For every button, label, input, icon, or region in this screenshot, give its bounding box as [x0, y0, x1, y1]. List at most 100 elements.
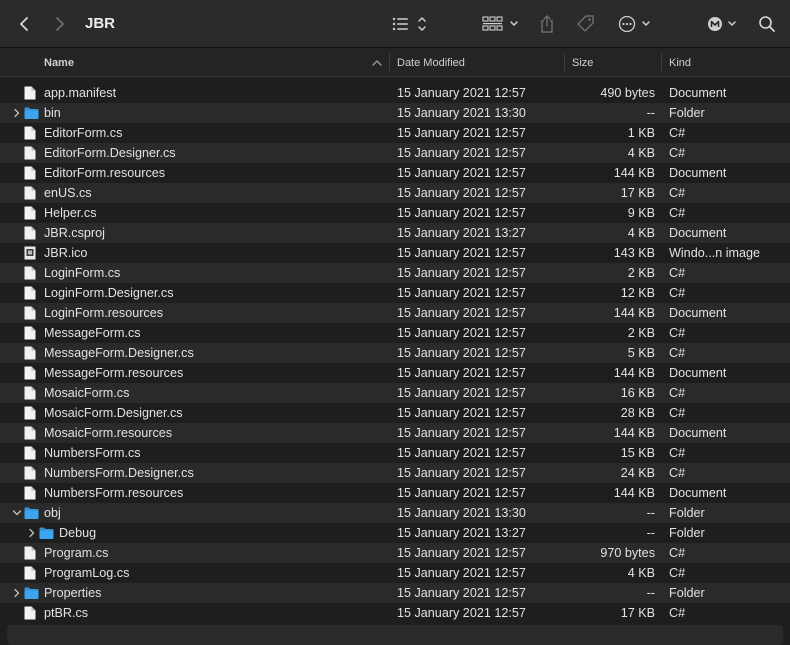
file-date-modified: 15 January 2021 12:57 — [397, 126, 526, 140]
document-icon — [24, 226, 38, 240]
file-row[interactable]: EditorForm.cs 15 January 2021 12:57 1 KB C# — [0, 123, 790, 143]
disclosure-collapsed-icon[interactable] — [27, 523, 37, 543]
file-kind: C# — [669, 446, 686, 460]
file-name: ProgramLog.cs — [44, 566, 130, 580]
file-row[interactable]: Properties 15 January 2021 12:57 -- Folder — [0, 583, 790, 603]
file-date-modified: 15 January 2021 12:57 — [397, 446, 526, 460]
view-mode-button[interactable] — [390, 0, 430, 48]
file-row[interactable]: LoginForm.Designer.cs 15 January 2021 12:… — [0, 283, 790, 303]
document-icon — [24, 566, 38, 580]
file-kind: Document — [669, 86, 727, 100]
back-icon — [20, 17, 28, 31]
account-button[interactable] — [705, 0, 741, 48]
share-button[interactable] — [537, 0, 557, 48]
document-icon — [24, 266, 38, 280]
file-size: 4 KB — [627, 146, 655, 160]
column-divider[interactable] — [564, 53, 565, 71]
file-size: 5 KB — [627, 346, 655, 360]
file-date-modified: 15 January 2021 12:57 — [397, 246, 526, 260]
file-row[interactable]: ProgramLog.cs 15 January 2021 12:57 4 KB C# — [0, 563, 790, 583]
document-icon — [24, 406, 38, 420]
file-row[interactable]: LoginForm.resources 15 January 2021 12:57… — [0, 303, 790, 323]
file-row[interactable]: MosaicForm.Designer.cs 15 January 2021 12… — [0, 403, 790, 423]
file-size: 2 KB — [627, 266, 655, 280]
file-row[interactable]: JBR.ico 15 January 2021 12:57 143 KB Windo.… — [0, 243, 790, 263]
file-row[interactable]: LoginForm.cs 15 January 2021 12:57 2 KB C# — [0, 263, 790, 283]
document-icon — [24, 426, 38, 440]
file-row[interactable]: NumbersForm.Designer.cs 15 January 2021 1… — [0, 463, 790, 483]
file-size: -- — [646, 106, 655, 120]
file-kind: C# — [669, 406, 686, 420]
file-row[interactable]: ptBR.cs 15 January 2021 12:57 17 KB C# — [0, 603, 790, 623]
file-kind: C# — [669, 146, 686, 160]
document-icon — [24, 206, 38, 220]
column-divider[interactable] — [389, 53, 390, 71]
folder-icon — [24, 106, 39, 120]
more-icon — [618, 15, 650, 33]
disclosure-expanded-icon[interactable] — [12, 503, 22, 523]
file-list: app.manifest 15 January 2021 12:57 490 byt… — [0, 83, 790, 623]
file-row[interactable]: enUS.cs 15 January 2021 12:57 17 KB C# — [0, 183, 790, 203]
file-row[interactable]: EditorForm.Designer.cs 15 January 2021 12… — [0, 143, 790, 163]
forward-button[interactable] — [50, 0, 70, 48]
file-kind: C# — [669, 206, 686, 220]
file-row[interactable]: Debug 15 January 2021 13:27 -- Folder — [0, 523, 790, 543]
file-row[interactable]: MosaicForm.cs 15 January 2021 12:57 16 KB C… — [0, 383, 790, 403]
folder-icon — [24, 586, 39, 600]
file-name: EditorForm.cs — [44, 126, 123, 140]
file-size: 970 bytes — [600, 546, 655, 560]
file-kind: C# — [669, 466, 686, 480]
column-size[interactable]: Size — [572, 48, 593, 76]
more-actions-button[interactable] — [617, 0, 655, 48]
file-size: 15 KB — [620, 446, 655, 460]
file-name: EditorForm.Designer.cs — [44, 146, 176, 160]
file-name: MosaicForm.Designer.cs — [44, 406, 183, 420]
column-date-modified[interactable]: Date Modified — [397, 48, 465, 76]
file-row[interactable]: bin 15 January 2021 13:30 -- Folder — [0, 103, 790, 123]
group-icon — [482, 16, 518, 31]
file-date-modified: 15 January 2021 13:30 — [397, 106, 526, 120]
file-row[interactable]: app.manifest 15 January 2021 12:57 490 byt… — [0, 83, 790, 103]
tag-button[interactable] — [575, 0, 597, 48]
file-kind: C# — [669, 266, 686, 280]
file-row[interactable]: Helper.cs 15 January 2021 12:57 9 KB C# — [0, 203, 790, 223]
file-kind: Document — [669, 306, 727, 320]
file-name: Program.cs — [44, 546, 109, 560]
file-row[interactable]: JBR.csproj 15 January 2021 13:27 4 KB Docum… — [0, 223, 790, 243]
file-kind: Document — [669, 366, 727, 380]
account-icon — [708, 17, 736, 31]
back-button[interactable] — [14, 0, 34, 48]
file-size: 28 KB — [620, 406, 655, 420]
document-icon — [24, 186, 38, 200]
document-icon — [24, 486, 38, 500]
column-divider[interactable] — [661, 53, 662, 71]
file-row[interactable]: MessageForm.Designer.cs 15 January 2021 1… — [0, 343, 790, 363]
disclosure-collapsed-icon[interactable] — [12, 583, 22, 603]
file-size: -- — [646, 506, 655, 520]
file-row[interactable]: MosaicForm.resources 15 January 2021 12:5… — [0, 423, 790, 443]
file-size: 12 KB — [620, 286, 655, 300]
file-row[interactable]: MessageForm.resources 15 January 2021 12:… — [0, 363, 790, 383]
column-kind[interactable]: Kind — [669, 48, 691, 76]
file-size: 144 KB — [613, 166, 655, 180]
file-row[interactable]: NumbersForm.cs 15 January 2021 12:57 15 KB… — [0, 443, 790, 463]
file-kind: C# — [669, 346, 686, 360]
file-size: 144 KB — [613, 306, 655, 320]
file-row[interactable]: obj 15 January 2021 13:30 -- Folder — [0, 503, 790, 523]
document-icon — [24, 386, 38, 400]
file-date-modified: 15 January 2021 12:57 — [397, 466, 526, 480]
file-row[interactable]: EditorForm.resources 15 January 2021 12:5… — [0, 163, 790, 183]
column-name[interactable]: Name — [44, 48, 74, 76]
file-name: JBR.ico — [44, 246, 88, 260]
file-row[interactable]: MessageForm.cs 15 January 2021 12:57 2 KB C… — [0, 323, 790, 343]
file-row[interactable]: NumbersForm.resources 15 January 2021 12:… — [0, 483, 790, 503]
file-kind: C# — [669, 606, 686, 620]
disclosure-collapsed-icon[interactable] — [12, 103, 22, 123]
file-row[interactable]: Program.cs 15 January 2021 12:57 970 bytes… — [0, 543, 790, 563]
file-kind: C# — [669, 546, 686, 560]
file-date-modified: 15 January 2021 12:57 — [397, 306, 526, 320]
search-button[interactable] — [757, 0, 777, 48]
folder-icon — [39, 526, 54, 540]
file-size: 4 KB — [627, 226, 655, 240]
group-button[interactable] — [481, 0, 521, 48]
